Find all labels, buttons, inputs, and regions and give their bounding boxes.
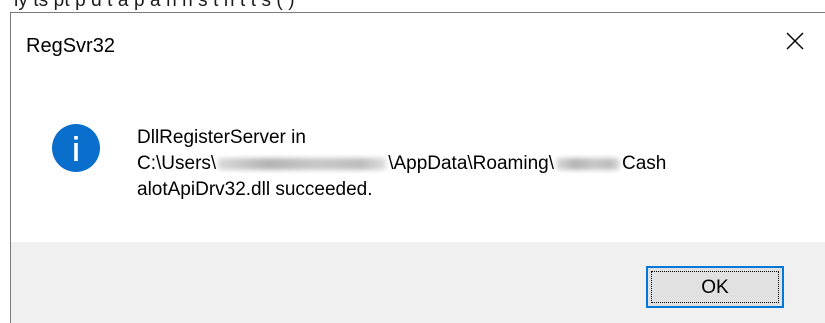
screen: ly ts pt p d t a p a n n s t n t t s ( )… bbox=[0, 0, 825, 323]
ok-button-label: OK bbox=[701, 277, 729, 298]
dialog-message: DllRegisterServer in C:\Users\ \AppData\R… bbox=[137, 125, 666, 203]
dialog-content: DllRegisterServer in C:\Users\ \AppData\R… bbox=[11, 79, 825, 242]
close-button[interactable] bbox=[765, 13, 825, 75]
dialog-footer: OK bbox=[11, 242, 825, 323]
ok-button[interactable]: OK bbox=[646, 266, 784, 308]
dialog-titlebar[interactable]: RegSvr32 bbox=[11, 13, 825, 79]
message-path-suffix: Cash bbox=[622, 153, 667, 174]
message-dialog: RegSvr32 DllRegisterServer in C:\Users\ \… bbox=[10, 12, 825, 323]
background-partial-text: ly ts pt p d t a p a n n s t n t t s ( ) bbox=[14, 0, 295, 11]
message-line-2: C:\Users\ \AppData\Roaming\ Cash bbox=[137, 151, 666, 177]
message-line-1: DllRegisterServer in bbox=[137, 127, 306, 148]
message-line-3: alotApiDrv32.dll succeeded. bbox=[137, 179, 373, 200]
redacted-folder bbox=[556, 157, 621, 170]
message-path-prefix: C:\Users\ bbox=[137, 153, 217, 174]
redacted-username bbox=[218, 157, 387, 170]
info-icon bbox=[52, 124, 100, 172]
message-path-middle: \AppData\Roaming\ bbox=[388, 153, 555, 174]
close-icon bbox=[786, 32, 804, 50]
dialog-title: RegSvr32 bbox=[26, 35, 115, 57]
